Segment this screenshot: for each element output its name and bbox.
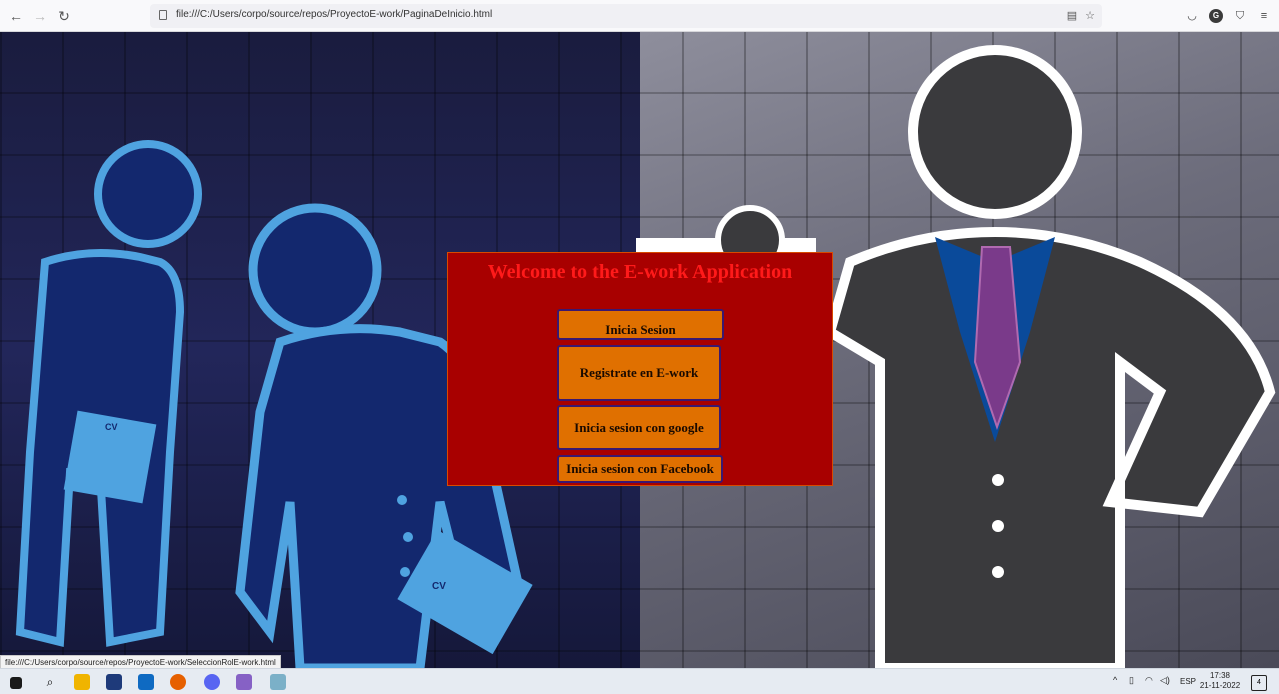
language-indicator[interactable]: ESP: [1180, 677, 1196, 686]
search-icon[interactable]: ⌕: [42, 674, 58, 690]
page-viewport: CV CV Welcome to the E-work Application: [0, 32, 1279, 668]
back-arrow-icon[interactable]: ←: [8, 8, 24, 24]
cv-label-1: CV: [105, 422, 118, 432]
clock-time: 17:38: [1209, 671, 1231, 680]
notification-center-icon[interactable]: 4: [1251, 675, 1267, 691]
notification-count: 4: [1257, 679, 1261, 686]
reload-icon[interactable]: ↻: [56, 8, 72, 24]
battery-icon[interactable]: ▯: [1129, 675, 1134, 686]
os-taskbar: ⌕ ^ ▯ ◠ ◁) ESP 17:38 21-11-2022 4: [0, 668, 1279, 694]
tray-chevron-icon[interactable]: ^: [1113, 675, 1117, 685]
cv-label-2: CV: [432, 581, 446, 592]
facebook-login-button[interactable]: Inicia sesion con Facebook: [557, 455, 723, 483]
firefox-icon[interactable]: [170, 674, 186, 690]
url-text: file:///C:/Users/corpo/source/repos/Proy…: [176, 9, 493, 20]
menu-icon[interactable]: ≡: [1257, 9, 1271, 23]
login-button[interactable]: Inicia Sesion: [557, 309, 724, 340]
address-bar[interactable]: file:///C:/Users/corpo/source/repos/Proy…: [150, 4, 1102, 28]
forward-arrow-icon[interactable]: →: [32, 8, 48, 24]
bookmark-star-icon[interactable]: ☆: [1084, 10, 1096, 22]
pocket-icon[interactable]: ◡: [1185, 9, 1199, 23]
candidate-figure-left: CV: [15, 140, 202, 648]
mail-icon[interactable]: [138, 674, 154, 690]
app-icon[interactable]: [270, 674, 286, 690]
register-button[interactable]: Registrate en E-work: [557, 345, 721, 401]
taskbar-clock[interactable]: 17:38 21-11-2022: [1198, 671, 1242, 691]
reader-view-icon[interactable]: ▤: [1066, 10, 1078, 22]
page-icon: [159, 10, 167, 20]
shield-icon[interactable]: ⛉: [1233, 9, 1247, 23]
store-icon[interactable]: [106, 674, 122, 690]
windows-start-icon[interactable]: [10, 677, 22, 689]
clock-date: 21-11-2022: [1199, 681, 1241, 690]
wifi-icon[interactable]: ◠: [1145, 675, 1153, 686]
volume-icon[interactable]: ◁): [1160, 675, 1170, 686]
file-explorer-icon[interactable]: [74, 674, 90, 690]
browser-toolbar: ← → ↻ file:///C:/Users/corpo/source/repo…: [0, 0, 1279, 32]
discord-icon[interactable]: [204, 674, 220, 690]
google-login-button[interactable]: Inicia sesion con google: [557, 405, 721, 450]
account-avatar-icon[interactable]: G: [1209, 9, 1223, 23]
welcome-title: Welcome to the E-work Application: [487, 261, 793, 283]
visual-studio-icon[interactable]: [236, 674, 252, 690]
welcome-panel: Welcome to the E-work Application Inicia…: [447, 252, 833, 486]
